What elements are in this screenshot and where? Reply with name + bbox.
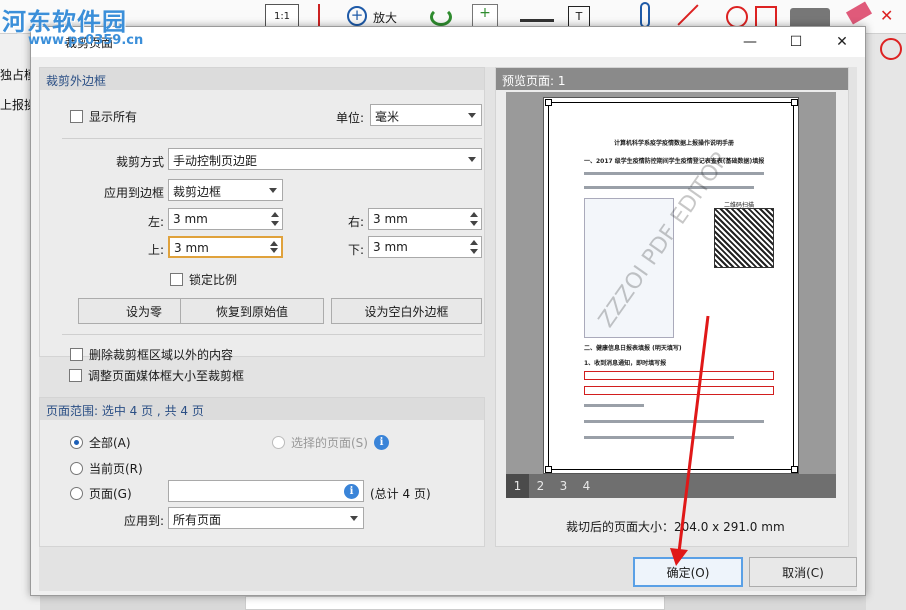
annotation-arrow (670, 315, 710, 566)
